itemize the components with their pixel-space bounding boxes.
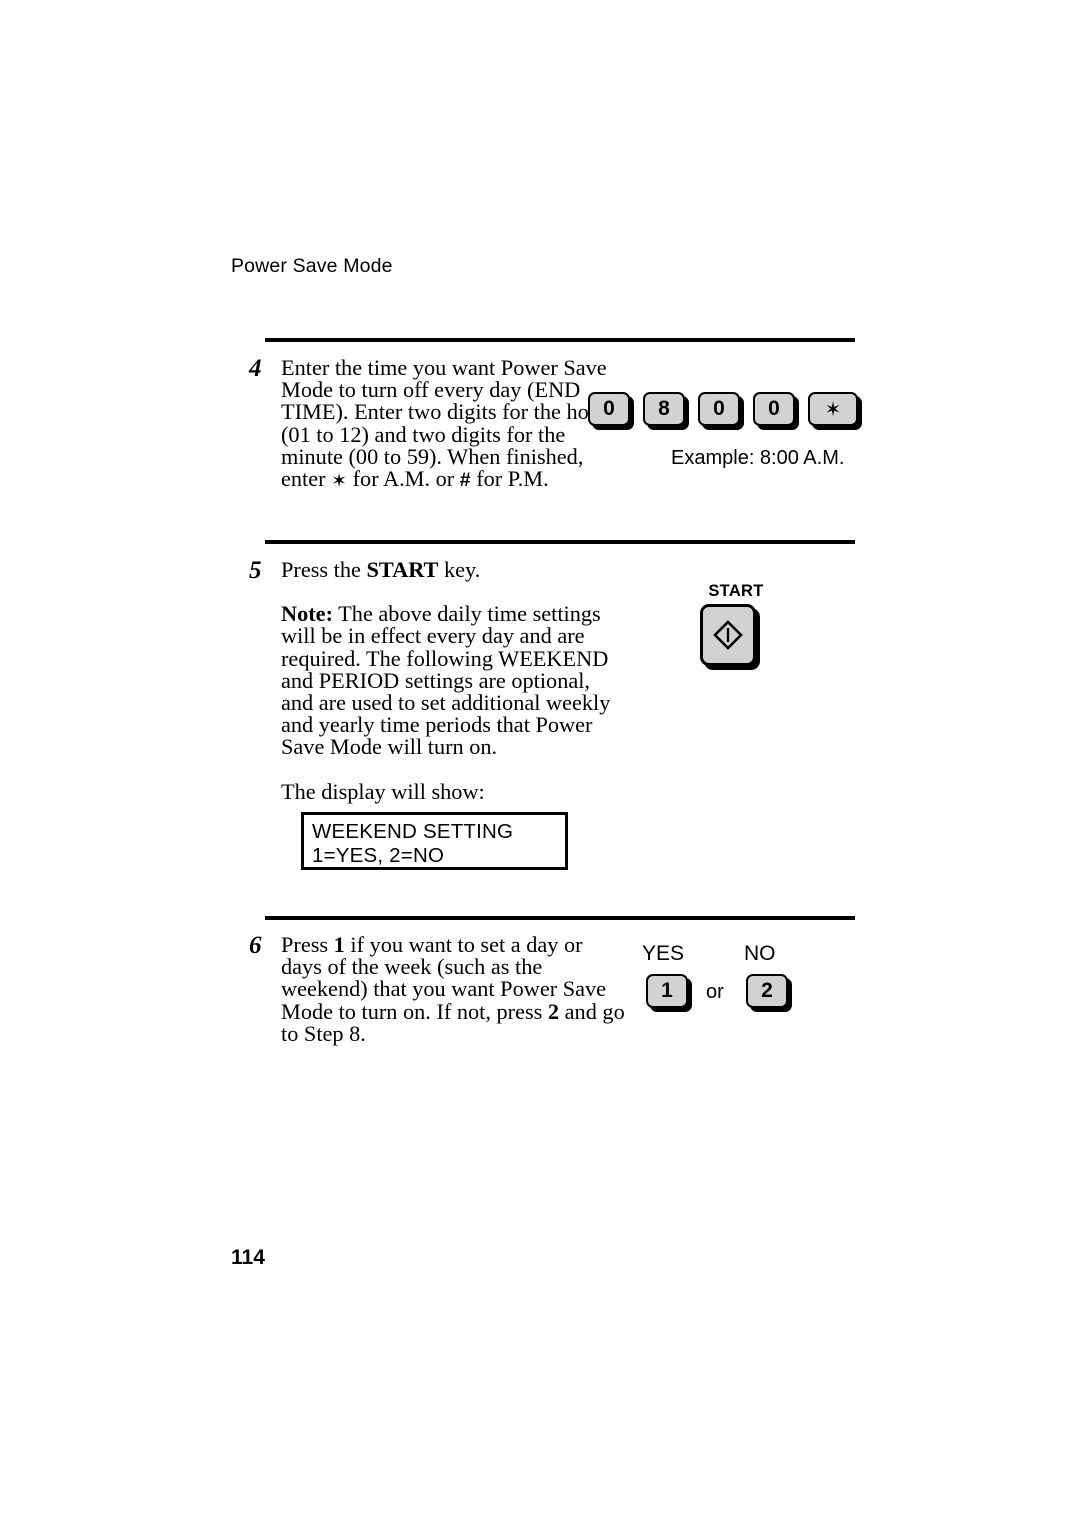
step-5-instruction-suffix: key. [438, 557, 481, 582]
step-5-note-line-2: will be in effect every day and are [281, 623, 585, 649]
step-5-text: Press the START key. Note: The above dai… [281, 557, 611, 804]
paragraph-gap-2 [281, 759, 601, 781]
example-caption: Example: 8:00 A.M. [671, 447, 845, 469]
step-6-line-1: Press 1 if you want to set a day or [281, 933, 601, 956]
step-5-instruction: Press the START key. [281, 557, 601, 582]
running-header: Power Save Mode [231, 255, 393, 277]
step-4-number: 4 [249, 355, 262, 382]
step-6-line-4: Mode to turn on. If not, press 2 and go [281, 998, 625, 1024]
keypad-key-2-no[interactable]: 2 [746, 974, 788, 1008]
step-6-line-4-suffix: and go [559, 998, 625, 1024]
start-key-button[interactable] [700, 604, 756, 666]
step-5-start-keyword: START [366, 557, 439, 582]
page-number: 114 [231, 1246, 265, 1269]
yes-label: YES [642, 942, 685, 965]
step-5-note-line-4: and PERIOD settings are optional, [281, 667, 591, 693]
hash-icon: # [459, 469, 471, 492]
keypad-key-0-c[interactable]: 0 [753, 392, 795, 426]
section-divider-bottom [265, 916, 855, 920]
keypad-sequence-illustration: 0 8 0 0 ✶ [588, 392, 858, 426]
step-5-note-line-1: Note: The above daily time settings [281, 603, 601, 625]
start-key-label: START [708, 582, 764, 600]
asterisk-icon: ✶ [331, 470, 348, 493]
step-4-line-6: enter ✶ for A.M. or # for P.M. [281, 466, 591, 493]
step-4-line-5: minute (00 to 59). When finished, [281, 443, 584, 469]
step-6-line-5: to Step 8. [281, 1020, 366, 1046]
step-4-text: Enter the time you want Power Save Mode … [281, 355, 608, 493]
lcd-display-box: WEEKEND SETTING 1=YES, 2=NO [301, 812, 568, 870]
step-6-number: 6 [249, 932, 262, 959]
step-5-note-line-7: Save Mode will turn on. [281, 734, 498, 760]
step-5-number: 5 [249, 557, 262, 584]
or-conjunction: or [706, 981, 724, 1003]
start-key-illustration: START [697, 582, 775, 666]
display-intro-text: The display will show: [281, 778, 485, 804]
step-4-line-3: TIME). Enter two digits for the hour [281, 399, 608, 425]
step-5-note-line-3: required. The following WEEKEND [281, 645, 609, 671]
step-6-line-4-prefix: Mode to turn on. If not, press [281, 998, 548, 1024]
keypad-key-1-yes[interactable]: 1 [646, 974, 688, 1008]
step-5-instruction-prefix: Press the [281, 557, 367, 582]
lcd-line-1: WEEKEND SETTING [312, 820, 514, 843]
step-4-line-6-mid: for A.M. or [347, 466, 460, 492]
keypad-key-0-b[interactable]: 0 [698, 392, 740, 426]
step-6-line-2: days of the week (such as the [281, 954, 543, 980]
start-diamond-icon [713, 620, 743, 650]
step-6-line-3: weekend) that you want Power Save [281, 976, 607, 1002]
star-key-icon: ✶ [824, 397, 842, 421]
step-4-line-6-prefix: enter [281, 466, 332, 492]
section-divider-top [265, 338, 855, 342]
step-6-text: Press 1 if you want to set a day or days… [281, 933, 625, 1046]
keypad-key-star[interactable]: ✶ [808, 392, 858, 426]
step-5-note-line-5: and are used to set additional weekly [281, 690, 611, 716]
keypad-key-0-a[interactable]: 0 [588, 392, 630, 426]
step-6-key-2-keyword: 2 [547, 998, 560, 1024]
step-4-line-1: Enter the time you want Power Save [281, 355, 607, 380]
step-5-note-line-6: and yearly time periods that Power [281, 712, 593, 738]
no-label: NO [744, 942, 776, 965]
step-4-line-2: Mode to turn off every day (END [281, 377, 581, 403]
section-divider-middle [265, 540, 855, 544]
step-4-line-6-suffix: for P.M. [470, 466, 549, 492]
step-4-line-4: (01 to 12) and two digits for the [281, 421, 566, 447]
lcd-line-2: 1=YES, 2=NO [312, 844, 445, 867]
paragraph-gap-1 [281, 581, 601, 603]
manual-page: Power Save Mode 4 Enter the time you wan… [0, 0, 1080, 1528]
keypad-key-8[interactable]: 8 [643, 392, 685, 426]
